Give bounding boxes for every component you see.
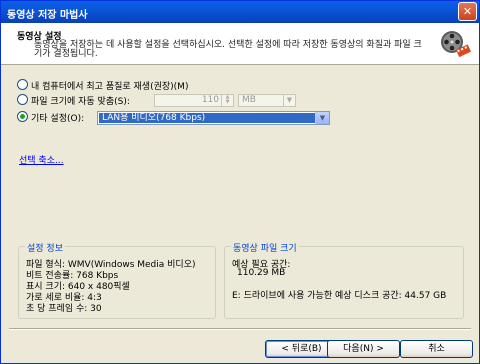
page-description: 동영상을 저장하는 데 사용할 설정을 선택하십시오. 선택한 설정에 따라 저…: [34, 40, 422, 59]
chevron-down-icon[interactable]: ▼: [315, 112, 329, 124]
close-button[interactable]: ✕: [458, 2, 477, 21]
window-title: 동영상 저장 마법사: [7, 10, 88, 21]
file-size-title: 동영상 파일 크기: [231, 241, 299, 254]
size-stepper[interactable]: 110 ▲ ▼: [154, 94, 234, 107]
next-button[interactable]: 다음(N) >: [327, 340, 400, 358]
fewer-choices-link[interactable]: 선택 축소...: [19, 153, 64, 166]
settings-profile-select[interactable]: LAN용 비디오(768 Kbps) ▼: [97, 111, 330, 125]
title-bar[interactable]: 동영상 저장 마법사 ✕: [1, 1, 479, 23]
settings-info-title: 설정 정보: [25, 241, 65, 254]
fit-size-radio[interactable]: [17, 94, 28, 105]
size-unit-value: MB: [242, 95, 256, 105]
stepper-arrows-icon[interactable]: ▲ ▼: [221, 95, 233, 106]
info-frame-rate: 초 당 프레임 수: 30: [26, 304, 102, 314]
other-settings-radio[interactable]: [17, 111, 28, 122]
settings-info-group: 설정 정보 파일 형식: WMV(Windows Media 비디오) 비트 전…: [18, 241, 216, 319]
needed-space-value: 110.29 MB: [237, 268, 286, 278]
best-quality-label: 내 컴퓨터에서 최고 품질로 재생(권장)(M): [31, 82, 189, 92]
wizard-window: 동영상 저장 마법사 ✕ 동영상 설정 동영상을 저장하는 데 사용할 설정을 …: [0, 0, 480, 364]
settings-profile-value: LAN용 비디오(768 Kbps): [99, 113, 318, 123]
close-icon: ✕: [462, 5, 473, 18]
footer-divider: [9, 328, 471, 330]
file-size-group: 동영상 파일 크기 예상 필요 공간: 110.29 MB E: 드라이브에 사…: [224, 241, 464, 319]
size-value: 110: [201, 95, 219, 105]
fit-size-label: 파일 크기에 자동 맞춤(S):: [31, 97, 130, 107]
size-unit-select[interactable]: MB ▼: [238, 94, 296, 107]
best-quality-radio[interactable]: [17, 79, 28, 90]
chevron-down-icon: ▼: [283, 95, 295, 106]
other-settings-label: 기타 설정(O):: [31, 114, 85, 124]
film-reel-icon: [441, 31, 471, 58]
wizard-header: 동영상 설정 동영상을 저장하는 데 사용할 설정을 선택하십시오. 선택한 설…: [1, 23, 479, 65]
cancel-button[interactable]: 취소: [400, 340, 473, 358]
available-space: E: 드라이브에 사용 가능한 예상 디스크 공간: 44.57 GB: [232, 291, 447, 301]
